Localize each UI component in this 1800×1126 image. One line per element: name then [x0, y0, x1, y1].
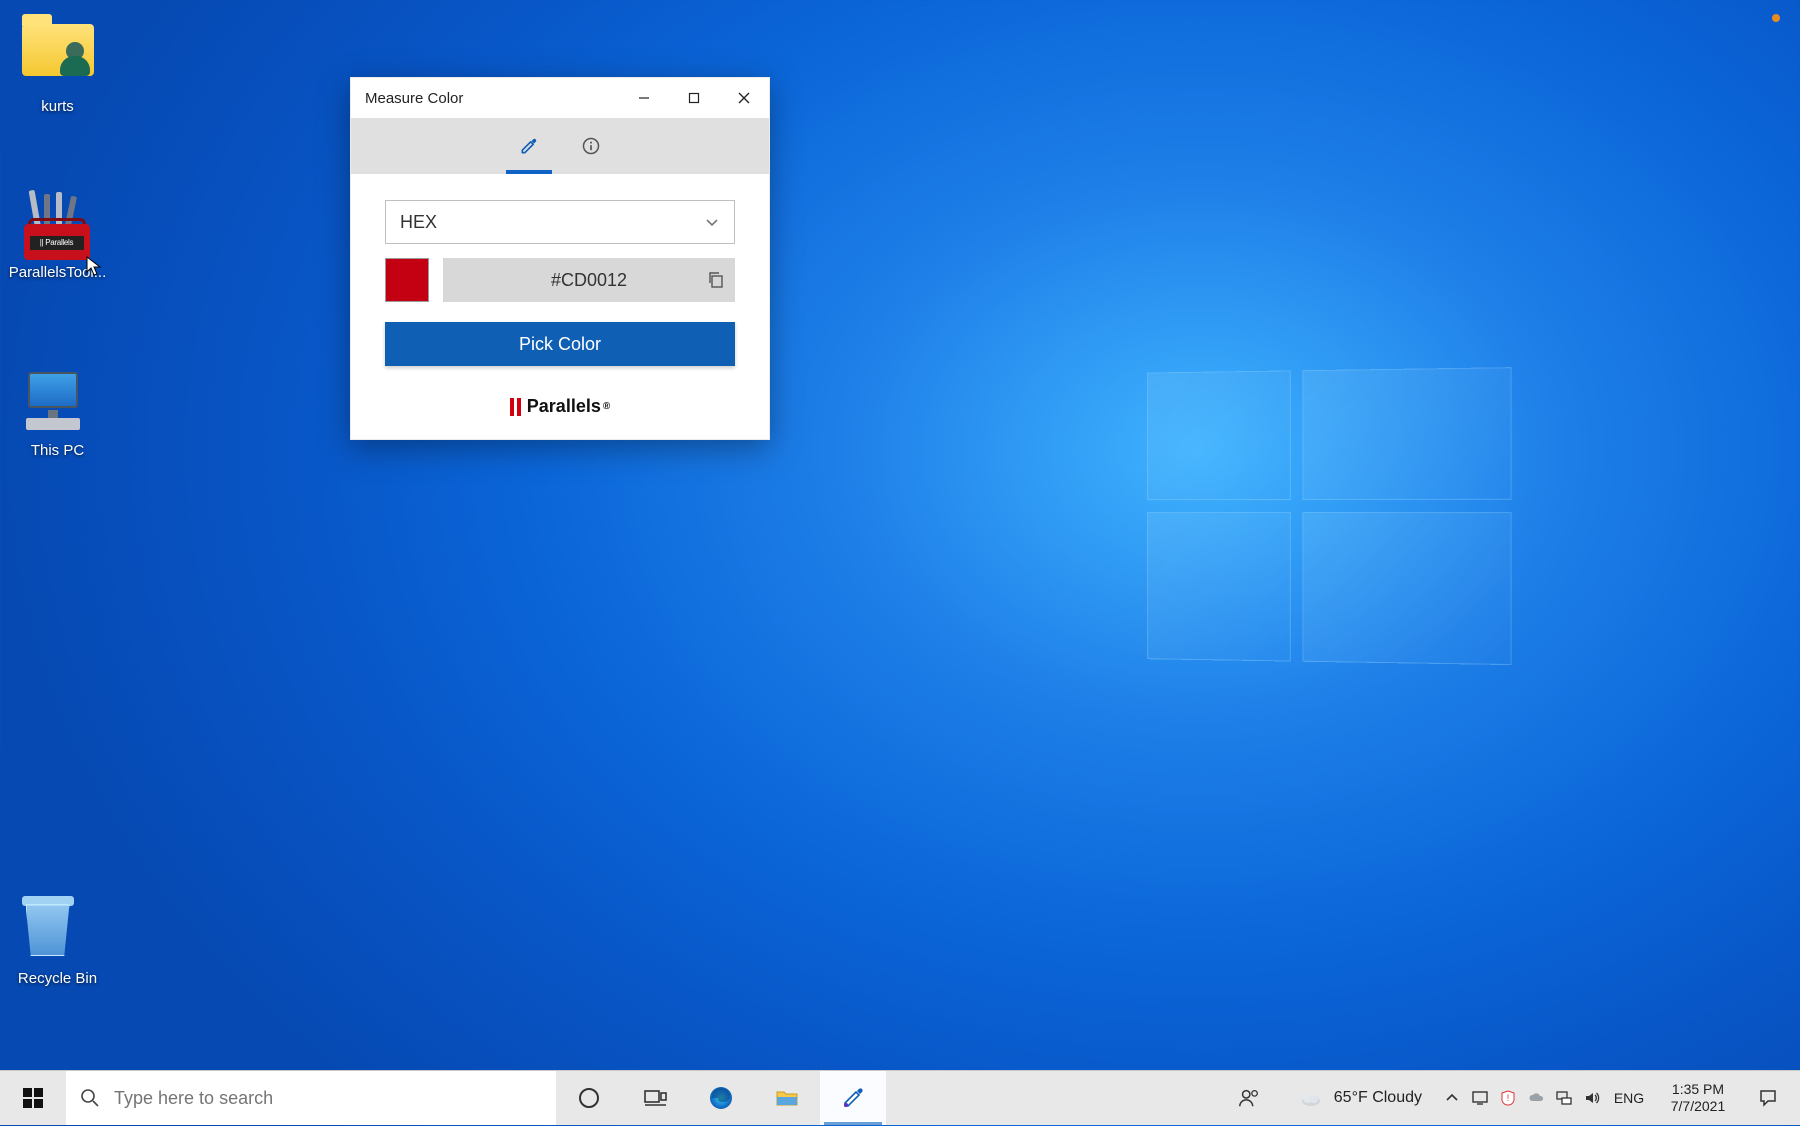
- computer-icon: [18, 368, 98, 438]
- task-view-icon: [642, 1085, 668, 1111]
- task-measure-color[interactable]: [820, 1071, 886, 1125]
- windows-logo-backdrop: [1147, 367, 1499, 652]
- copy-button[interactable]: [707, 271, 725, 289]
- taskbar-search[interactable]: [66, 1071, 556, 1125]
- screen-icon: [1471, 1089, 1489, 1107]
- desktop-icon-label: ParallelsTool...: [0, 264, 115, 281]
- start-button[interactable]: [0, 1071, 66, 1125]
- tray-security[interactable]: !: [1494, 1071, 1522, 1126]
- tray-network[interactable]: [1550, 1071, 1578, 1126]
- edge-icon: [708, 1085, 734, 1111]
- taskbar-pinned: [556, 1071, 886, 1125]
- desktop-icon-parallels-toolbox[interactable]: || Parallels ParallelsTool...: [0, 190, 115, 281]
- desktop[interactable]: kurts || Parallels ParallelsTool... This…: [0, 0, 1800, 1070]
- color-swatch: [385, 258, 429, 302]
- search-icon: [80, 1088, 100, 1108]
- taskbar: 65°F Cloudy !: [0, 1070, 1800, 1125]
- color-value-text: #CD0012: [551, 270, 627, 291]
- network-icon: [1555, 1089, 1573, 1107]
- parallels-bars-icon: [510, 398, 521, 416]
- chevron-down-icon: [704, 214, 720, 230]
- color-format-value: HEX: [400, 212, 437, 233]
- task-task-view[interactable]: [622, 1071, 688, 1125]
- measure-color-window[interactable]: Measure Color: [350, 77, 770, 440]
- tab-picker[interactable]: [516, 118, 542, 174]
- desktop-icon-user-folder[interactable]: kurts: [0, 14, 115, 115]
- folder-icon: [22, 24, 94, 76]
- desktop-icon-label: kurts: [0, 98, 115, 115]
- task-people[interactable]: [1216, 1071, 1282, 1125]
- desktop-icon-recycle-bin[interactable]: Recycle Bin: [0, 896, 115, 987]
- color-format-select[interactable]: HEX: [385, 200, 735, 244]
- clock-time: 1:35 PM: [1672, 1081, 1724, 1099]
- tray-volume[interactable]: [1578, 1071, 1606, 1126]
- desktop-icon-this-pc[interactable]: This PC: [0, 368, 115, 459]
- chevron-up-icon: [1443, 1089, 1461, 1107]
- tray-coherence[interactable]: [1466, 1071, 1494, 1126]
- clock-date: 7/7/2021: [1671, 1098, 1726, 1116]
- folder-icon: [774, 1085, 800, 1111]
- task-file-explorer[interactable]: [754, 1071, 820, 1125]
- tab-bar: [351, 118, 769, 174]
- notification-icon: [1758, 1088, 1778, 1108]
- svg-text:!: !: [1507, 1093, 1510, 1103]
- tray-onedrive[interactable]: [1522, 1071, 1550, 1126]
- color-value-field[interactable]: #CD0012: [443, 258, 735, 302]
- brand-label: Parallels®: [385, 396, 735, 417]
- tray-weather[interactable]: 65°F Cloudy: [1282, 1071, 1438, 1125]
- desktop-icon-label: Recycle Bin: [0, 970, 115, 987]
- people-icon: [1237, 1086, 1261, 1110]
- toolbox-icon: || Parallels: [18, 190, 98, 260]
- desktop-icon-label: This PC: [0, 442, 115, 459]
- tray-action-center[interactable]: [1744, 1071, 1792, 1126]
- tray-clock[interactable]: 1:35 PM 7/7/2021: [1652, 1071, 1744, 1126]
- indicator-dot: [1772, 14, 1780, 22]
- tray-chevron[interactable]: [1438, 1071, 1466, 1126]
- shield-warn-icon: !: [1499, 1089, 1517, 1107]
- color-picker-icon: [519, 136, 539, 156]
- weather-text: 65°F Cloudy: [1334, 1089, 1422, 1107]
- color-tool-icon: [840, 1085, 866, 1111]
- pick-color-button[interactable]: Pick Color: [385, 322, 735, 366]
- circle-icon: [576, 1085, 602, 1111]
- cloud-icon: [1298, 1085, 1324, 1111]
- minimize-button[interactable]: [619, 78, 669, 118]
- system-tray: 65°F Cloudy !: [1282, 1071, 1800, 1125]
- tab-info[interactable]: [578, 118, 604, 174]
- speaker-icon: [1583, 1089, 1601, 1107]
- cloud-small-icon: [1527, 1089, 1545, 1107]
- window-title: Measure Color: [365, 90, 463, 107]
- task-edge[interactable]: [688, 1071, 754, 1125]
- recycle-bin-icon: [18, 896, 98, 966]
- search-input[interactable]: [114, 1088, 542, 1109]
- maximize-button[interactable]: [669, 78, 719, 118]
- windows-icon: [23, 1088, 43, 1108]
- task-cortana[interactable]: [556, 1071, 622, 1125]
- titlebar[interactable]: Measure Color: [351, 78, 769, 118]
- close-button[interactable]: [719, 78, 769, 118]
- copy-icon: [707, 271, 725, 289]
- info-icon: [581, 136, 601, 156]
- tray-language[interactable]: ENG: [1606, 1071, 1652, 1126]
